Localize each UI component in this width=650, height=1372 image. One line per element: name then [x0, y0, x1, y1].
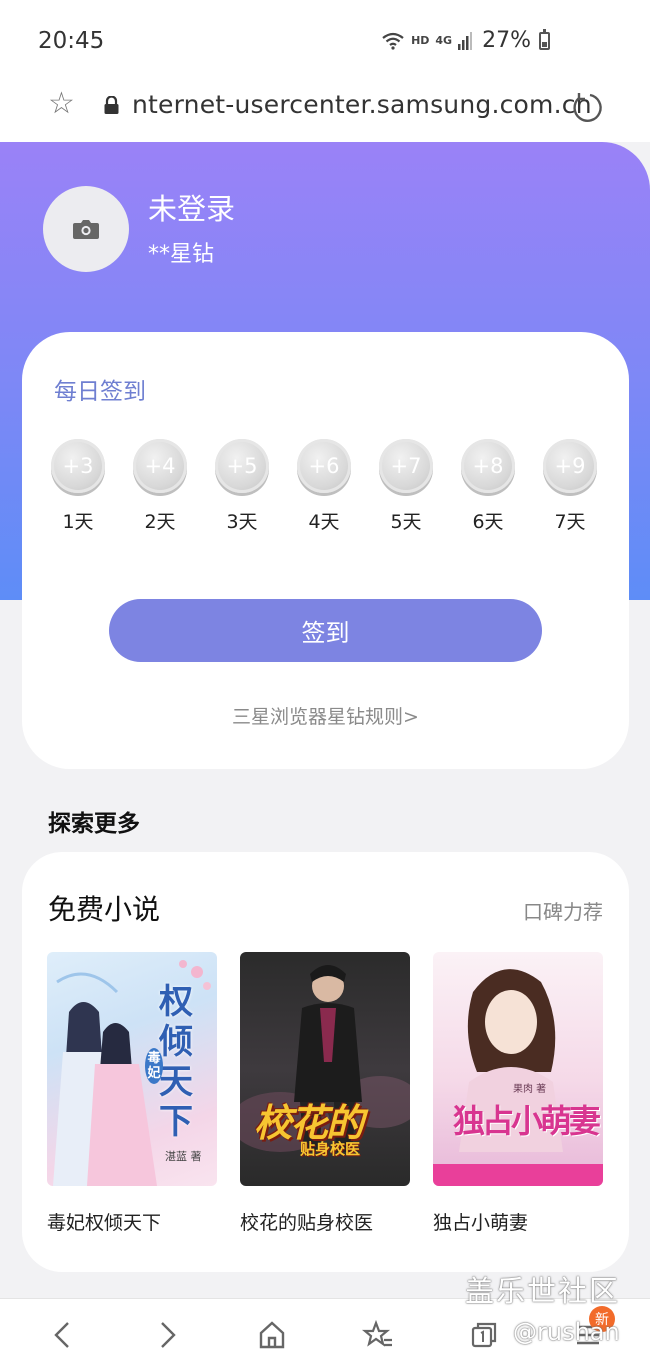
- bookmarks-icon[interactable]: [356, 1313, 400, 1357]
- signal-icon: [458, 31, 473, 50]
- checkin-day: +3 1天: [48, 439, 108, 534]
- status-bar: 20:45 HD 4G 27%: [0, 0, 650, 80]
- browser-url-bar: ☆ nternet-usercenter.samsung.com.cn: [0, 80, 650, 142]
- novels-recommend-link[interactable]: 口碑力荐: [523, 896, 603, 925]
- forward-icon[interactable]: [146, 1313, 190, 1357]
- book-title[interactable]: 毒妃权倾天下: [47, 1208, 217, 1235]
- reload-icon[interactable]: [570, 90, 604, 124]
- home-icon[interactable]: [250, 1313, 294, 1357]
- url-text[interactable]: nternet-usercenter.samsung.com.cn: [132, 90, 592, 119]
- camera-icon: [73, 220, 99, 239]
- cover-subtitle-art: 贴身校医: [300, 1140, 361, 1158]
- cover-title-art: 权倾天下: [159, 982, 193, 1142]
- day-label: 6天: [472, 511, 504, 533]
- checkin-day: +5 3天: [212, 439, 272, 534]
- coin-icon: +3: [51, 439, 105, 493]
- status-time: 20:45: [38, 28, 105, 54]
- book-title[interactable]: 校花的贴身校医: [240, 1208, 410, 1235]
- book-item[interactable]: 权倾天下 毒妃 湛蓝 著 毒妃权倾天下: [47, 952, 217, 1235]
- novels-title: 免费小说: [48, 893, 161, 926]
- cover-portrait-illustration: [433, 969, 603, 1186]
- book-cover[interactable]: 独占小萌妻 果肉 著: [433, 952, 603, 1186]
- day-label: 3天: [226, 511, 258, 533]
- cover-author: 湛蓝 著: [165, 1150, 202, 1163]
- diamond-count: **星钻: [148, 242, 215, 267]
- coin-icon: +7: [379, 439, 433, 493]
- checkin-day: +8 6天: [458, 439, 518, 534]
- status-icons: HD 4G 27%: [381, 28, 550, 53]
- login-status[interactable]: 未登录: [148, 186, 235, 228]
- checkin-button[interactable]: 签到: [109, 599, 542, 662]
- checkin-days: +3 1天 +4 2天 +5 3天 +6 4天 +7 5天 +8 6天 +9 7…: [48, 439, 608, 539]
- wifi-icon: [382, 32, 404, 50]
- cover-tag: 毒妃: [145, 1048, 163, 1084]
- tabs-icon[interactable]: [462, 1313, 506, 1357]
- day-label: 5天: [390, 511, 422, 533]
- day-label: 1天: [62, 511, 94, 533]
- coin-icon: +8: [461, 439, 515, 493]
- hd-indicator: HD: [411, 34, 430, 47]
- bookmark-star-icon[interactable]: ☆: [48, 86, 75, 121]
- checkin-day: +6 4天: [294, 439, 354, 534]
- coin-icon: +9: [543, 439, 597, 493]
- book-cover[interactable]: 权倾天下 毒妃 湛蓝 著: [47, 952, 217, 1186]
- diamond-rules-link[interactable]: 三星浏览器星钻规则>: [22, 702, 629, 729]
- back-icon[interactable]: [40, 1313, 84, 1357]
- day-label: 4天: [308, 511, 340, 533]
- cover-title-art: 独占小萌妻: [453, 1102, 601, 1140]
- author-watermark: @rushan: [513, 1318, 620, 1346]
- community-watermark: 盖乐世社区: [465, 1274, 621, 1308]
- battery-percent: 27%: [482, 28, 531, 53]
- book-title[interactable]: 独占小萌妻: [433, 1208, 603, 1235]
- coin-icon: +5: [215, 439, 269, 493]
- day-label: 7天: [554, 511, 586, 533]
- avatar[interactable]: [43, 186, 129, 272]
- checkin-title: 每日签到: [54, 379, 146, 405]
- book-item[interactable]: 校花的 贴身校医 校花的贴身校医: [240, 952, 410, 1235]
- book-cover[interactable]: 校花的 贴身校医: [240, 952, 410, 1186]
- explore-section-title: 探索更多: [48, 811, 140, 837]
- daily-checkin-card: 每日签到 +3 1天 +4 2天 +5 3天 +6 4天 +7 5天 +8 6天…: [22, 332, 629, 769]
- checkin-day: +7 5天: [376, 439, 436, 534]
- 4g-indicator: 4G: [435, 34, 453, 47]
- day-label: 2天: [144, 511, 176, 533]
- checkin-day: +9 7天: [540, 439, 600, 534]
- coin-icon: +6: [297, 439, 351, 493]
- lock-icon: [104, 96, 119, 114]
- book-item[interactable]: 独占小萌妻 果肉 著 独占小萌妻: [433, 952, 603, 1235]
- free-novels-card: 免费小说 口碑力荐 权倾天下 毒妃 湛蓝 著 毒妃权倾天下 校花的 贴身校医 校…: [22, 852, 629, 1272]
- cover-author: 果肉 著: [513, 1084, 547, 1095]
- battery-icon: [539, 28, 550, 50]
- coin-icon: +4: [133, 439, 187, 493]
- checkin-day: +4 2天: [130, 439, 190, 534]
